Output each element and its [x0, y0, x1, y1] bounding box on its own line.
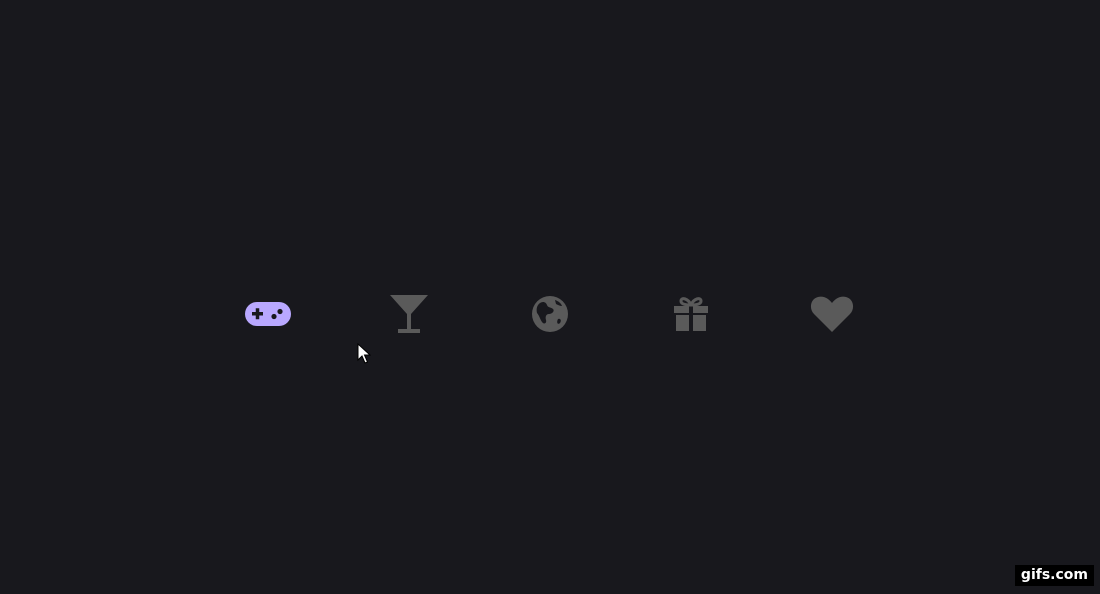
heart-button[interactable]: [802, 284, 862, 344]
cocktail-button[interactable]: [379, 284, 439, 344]
cocktail-icon: [390, 295, 428, 333]
gamepad-icon: [245, 302, 291, 326]
icon-toolbar: [0, 0, 1100, 594]
gift-button[interactable]: [661, 284, 721, 344]
gifs-watermark: gifs.com: [1014, 565, 1094, 586]
heart-icon: [810, 296, 854, 332]
globe-icon: [532, 296, 568, 332]
gift-icon: [674, 297, 708, 331]
globe-button[interactable]: [520, 284, 580, 344]
gamepad-button[interactable]: [238, 284, 298, 344]
